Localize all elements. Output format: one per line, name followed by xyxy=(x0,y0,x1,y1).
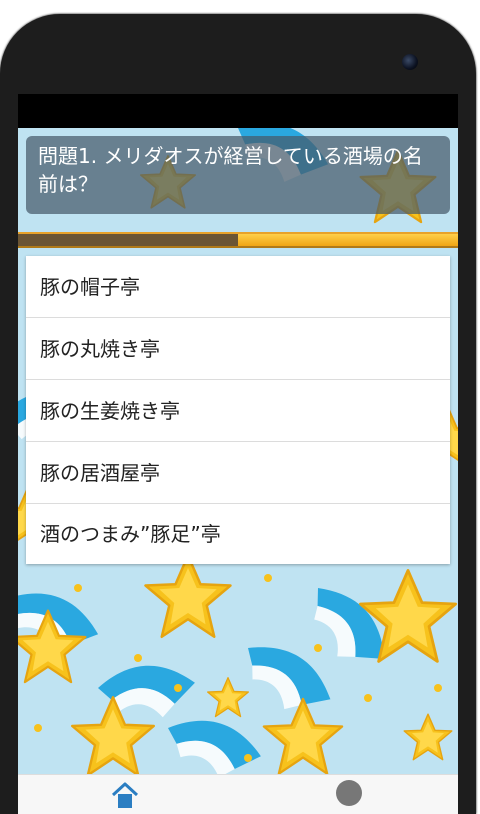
answer-option-2[interactable]: 豚の丸焼き亭 xyxy=(26,318,450,380)
answer-list: 豚の帽子亭 豚の丸焼き亭 豚の生姜焼き亭 豚の居酒屋亭 酒のつまみ”豚足”亭 xyxy=(26,256,450,564)
quiz-screen: 問題1. メリダオスが経営している酒場の名前は？ 豚の帽子亭 豚の丸焼き亭 豚の… xyxy=(18,128,458,774)
progress-bar-remaining xyxy=(18,234,238,246)
front-camera xyxy=(402,54,418,70)
home-icon[interactable] xyxy=(110,779,140,809)
phone-screen: 問題1. メリダオスが経営している酒場の名前は？ 豚の帽子亭 豚の丸焼き亭 豚の… xyxy=(18,94,458,814)
profile-icon[interactable] xyxy=(334,779,364,809)
answer-option-5[interactable]: 酒のつまみ”豚足”亭 xyxy=(26,504,450,564)
answer-option-4[interactable]: 豚の居酒屋亭 xyxy=(26,442,450,504)
bottom-navigation-bar xyxy=(18,774,458,814)
phone-frame: 問題1. メリダオスが経営している酒場の名前は？ 豚の帽子亭 豚の丸焼き亭 豚の… xyxy=(0,14,476,814)
answer-option-3[interactable]: 豚の生姜焼き亭 xyxy=(26,380,450,442)
answer-option-1[interactable]: 豚の帽子亭 xyxy=(26,256,450,318)
question-text: 問題1. メリダオスが経営している酒場の名前は？ xyxy=(26,136,450,214)
progress-bar-fill xyxy=(238,234,458,246)
status-bar xyxy=(18,94,458,128)
progress-bar xyxy=(18,232,458,248)
